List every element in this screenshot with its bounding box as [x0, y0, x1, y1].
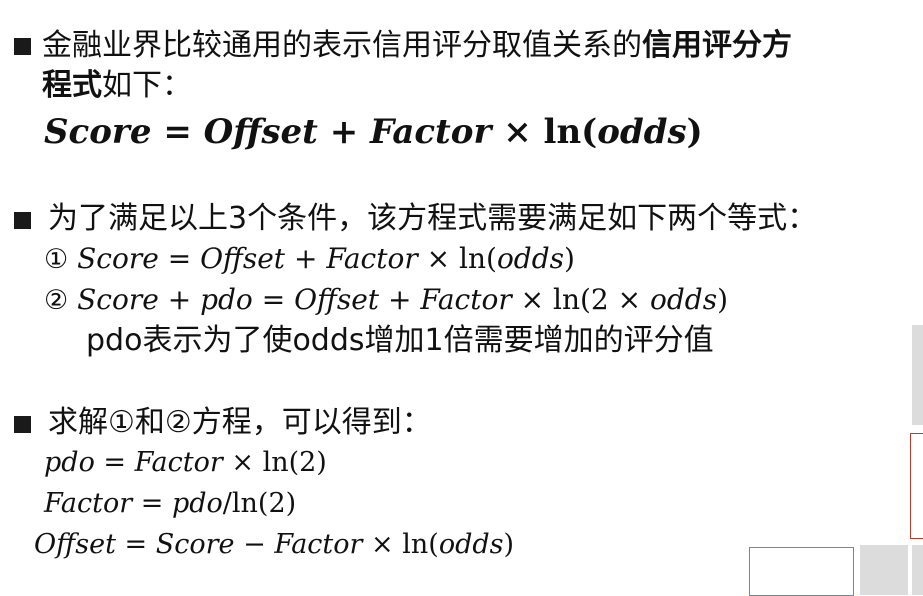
eq2-arg-open: (2	[579, 283, 609, 316]
eqB-pdo: pdo	[171, 488, 223, 519]
eqB-arg: (2)	[257, 488, 297, 519]
circled-one-marker: ①	[44, 244, 69, 275]
eqB-equals: =	[132, 488, 172, 519]
eq-lparen: (	[581, 112, 598, 152]
bottom-right-thumbnail	[749, 547, 854, 596]
eq-ln: ln	[543, 112, 582, 152]
eq-times: ×	[491, 112, 544, 152]
eq1-equals: =	[158, 242, 201, 275]
eqA-arg: (2)	[288, 447, 327, 478]
eqC-lparen: (	[428, 529, 439, 560]
circled-two-marker: ②	[44, 285, 69, 316]
bullet-icon	[14, 212, 31, 229]
eqC-score: Score	[155, 529, 235, 560]
eq2-pdo: pdo	[200, 283, 253, 316]
pdo-note: pdo表示为了使odds增加1倍需要增加的评分值	[86, 323, 714, 358]
bottom-right-panel	[860, 545, 908, 595]
bottom-right-panel-2	[912, 545, 923, 595]
equation-pdo: pdo = Factor × ln(2)	[44, 447, 327, 479]
conditions-paragraph: 为了满足以上3个条件，该方程式需要满足如下两个等式：	[48, 201, 818, 236]
eq1-ln: ln	[459, 242, 486, 275]
intro-text-bold: 信用评分方	[642, 28, 792, 63]
eqA-pdo: pdo	[44, 447, 95, 478]
eqC-rparen: )	[503, 529, 515, 560]
eq1-arg: odds	[496, 242, 565, 275]
eq2-arg: odds	[650, 283, 718, 316]
eq-score: Score	[44, 112, 152, 152]
eqC-ln: ln	[402, 529, 429, 560]
eqB-ln: ln	[231, 488, 258, 519]
eq-odds: odds	[597, 112, 687, 152]
right-edge-panel	[912, 325, 923, 425]
eq1-plus: +	[285, 242, 327, 275]
intro-line2-text: 如下：	[102, 68, 192, 103]
bullet-icon	[14, 38, 31, 55]
eq1-times: ×	[417, 242, 459, 275]
eq2-times2: ×	[608, 283, 650, 316]
eqC-factor: Factor	[274, 529, 363, 560]
eq-offset: Offset	[203, 112, 318, 152]
eqC-minus: −	[234, 529, 275, 560]
eqC-odds: odds	[438, 529, 504, 560]
eq2-equals: =	[252, 283, 295, 316]
eq2-offset: Offset	[294, 283, 380, 316]
eqC-equals: =	[115, 529, 156, 560]
solve-paragraph: 求解①和②方程，可以得到：	[48, 405, 432, 440]
eqB-slash: /	[222, 488, 232, 519]
eq2-ln: ln	[552, 283, 580, 316]
eqA-factor: Factor	[134, 447, 223, 478]
equation-factor: Factor = pdo/ln(2)	[44, 488, 296, 520]
right-edge-frame	[910, 433, 923, 539]
eqC-times: ×	[362, 529, 403, 560]
eq-rparen: )	[686, 112, 703, 152]
eqA-times: ×	[222, 447, 263, 478]
eq-plus: +	[317, 112, 371, 152]
eq-factor: Factor	[370, 112, 492, 152]
eq1-arg-close: )	[564, 242, 575, 275]
bullet-icon	[14, 416, 31, 433]
eq2-plus2: +	[379, 283, 421, 316]
intro-paragraph-line2: 程式如下：	[42, 68, 192, 104]
eqC-offset: Offset	[34, 529, 116, 560]
eqA-ln: ln	[262, 447, 289, 478]
eq2-times: ×	[511, 283, 553, 316]
eqA-equals: =	[94, 447, 135, 478]
equation-offset: Offset = Score − Factor × ln(odds)	[34, 529, 514, 561]
eq1-arg-open: (	[486, 242, 497, 275]
eq2-arg-close: )	[717, 283, 729, 316]
intro-paragraph: 金融业界比较通用的表示信用评分取值关系的信用评分方	[42, 28, 792, 64]
intro-line2-bold: 程式	[42, 68, 102, 103]
eq-equals: =	[151, 112, 204, 152]
eq1-lhs: Score	[77, 242, 159, 275]
equation-2: ② Score + pdo = Offset + Factor × ln(2 ×…	[44, 283, 728, 318]
eq2-plus1: +	[158, 283, 201, 316]
eqB-factor: Factor	[44, 488, 133, 519]
main-equation: Score = Offset + Factor × ln(odds)	[44, 112, 703, 152]
equation-1: ① Score = Offset + Factor × ln(odds)	[44, 242, 575, 277]
intro-text: 金融业界比较通用的表示信用评分取值关系的	[42, 28, 642, 63]
eq1-offset: Offset	[200, 242, 286, 275]
eq1-factor: Factor	[326, 242, 418, 275]
eq2-lhs: Score	[77, 283, 159, 316]
eq2-factor: Factor	[420, 283, 512, 316]
